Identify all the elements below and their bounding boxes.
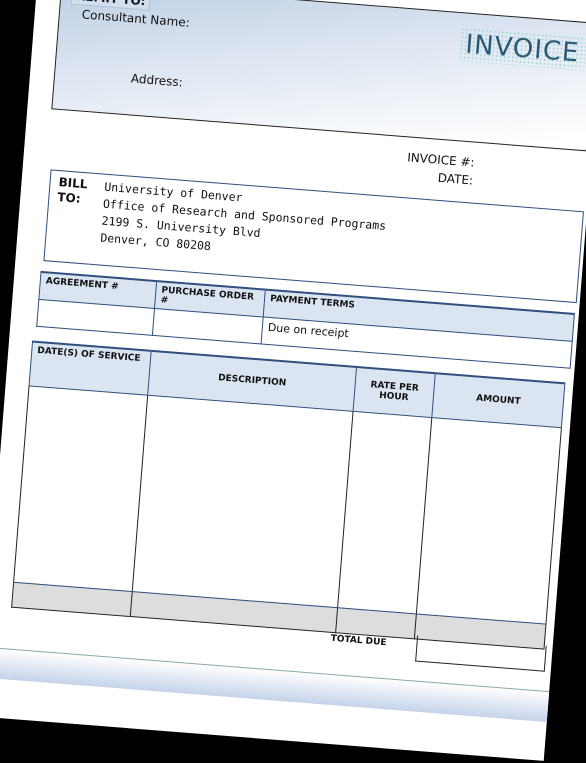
bill-to-address: University of Denver Office of Research … (100, 179, 388, 269)
footer-cell (335, 607, 417, 639)
bill-to-label: BILL TO: (57, 175, 88, 207)
remit-to-box: REMIT TO: Consultant Name: Address: INVO… (51, 0, 586, 152)
address-label: Address: (130, 71, 184, 90)
invoice-document: REMIT TO: Consultant Name: Address: INVO… (0, 0, 586, 763)
description-cell[interactable] (132, 394, 354, 608)
consultant-name-label: Consultant Name: (81, 7, 191, 30)
to-label: TO: (56, 190, 82, 206)
service-table: DATE(S) OF SERVICE DESCRIPTION RATE PER … (11, 340, 565, 649)
dates-cell[interactable] (13, 385, 148, 592)
rate-per-hour-header: RATE PER HOUR (353, 366, 436, 418)
amount-cell[interactable] (416, 417, 562, 624)
invoice-title: INVOICE (458, 27, 586, 71)
page: REMIT TO: Consultant Name: Address: INVO… (0, 0, 586, 761)
